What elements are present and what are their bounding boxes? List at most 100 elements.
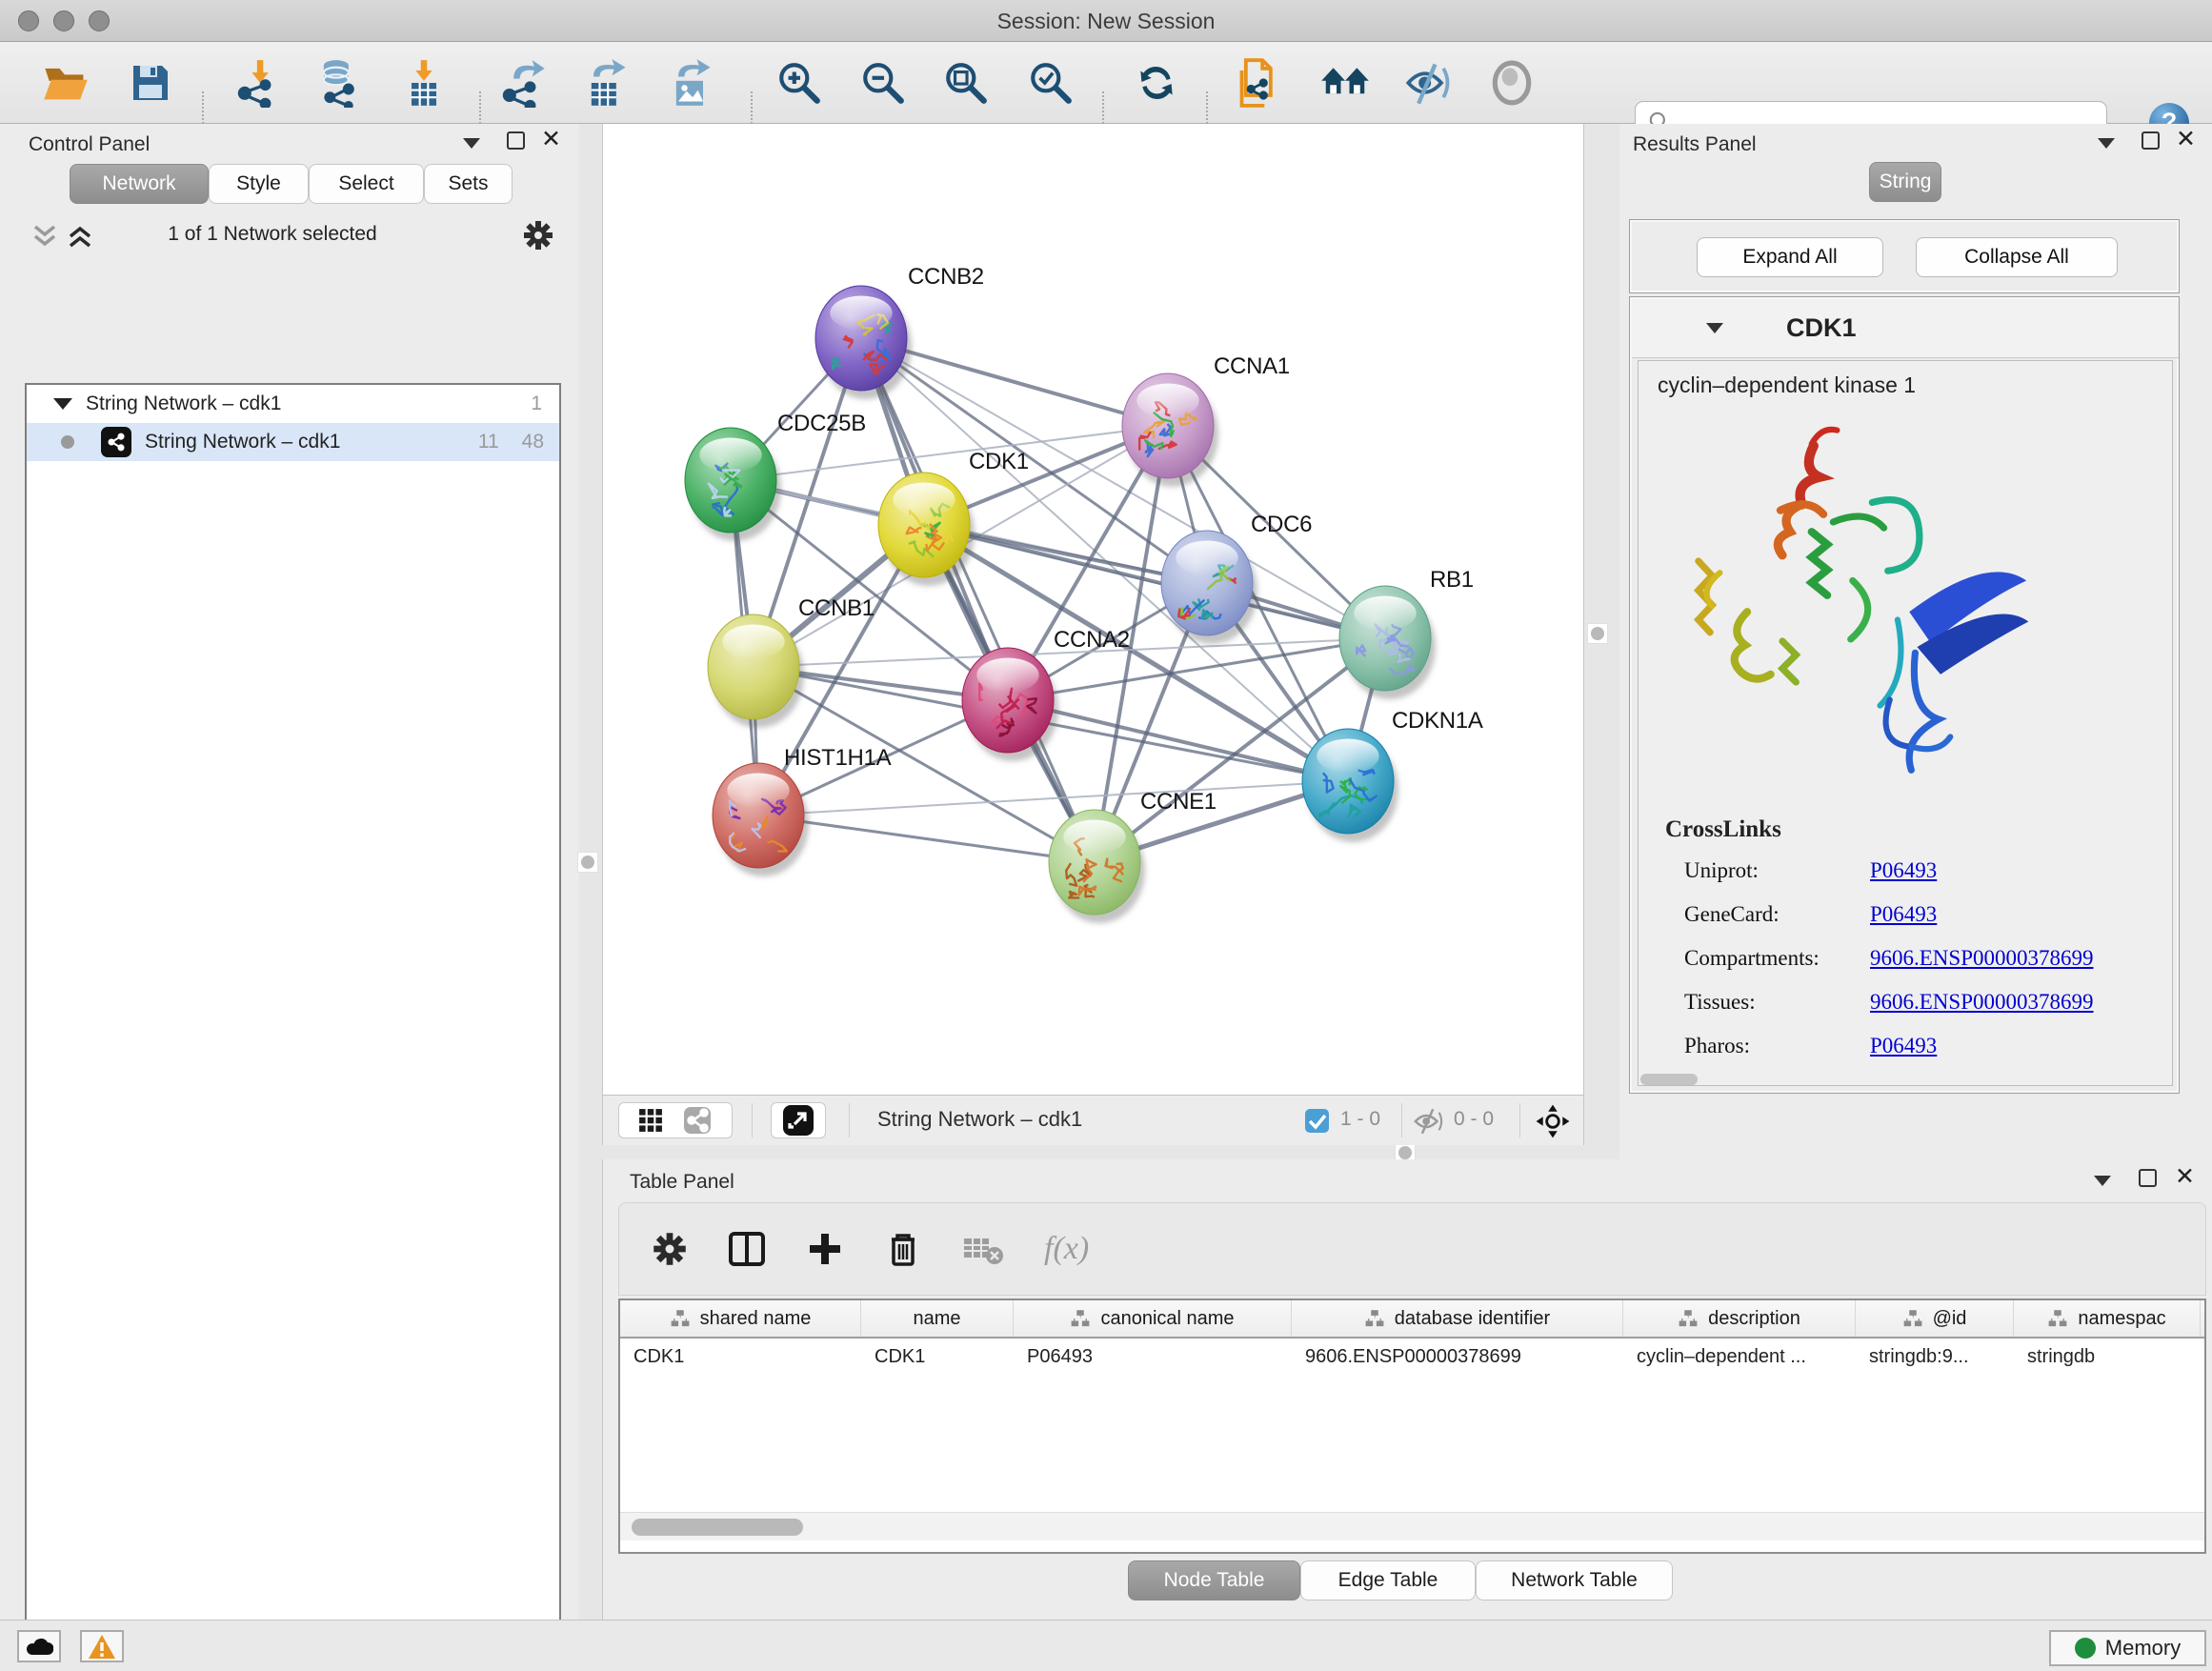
network-node[interactable]: CCNB2	[815, 264, 984, 399]
network-node[interactable]: CCNA1	[1122, 353, 1290, 487]
close-panel-icon[interactable]: ✕	[2175, 1167, 2195, 1186]
tab-string[interactable]: String	[1869, 162, 1941, 202]
column-header[interactable]: canonical name	[1014, 1300, 1292, 1337]
show-columns-icon[interactable]	[728, 1230, 766, 1268]
crosslink-value-link[interactable]: 9606.ENSP00000378699	[1870, 990, 2094, 1015]
tab-style[interactable]: Style	[209, 164, 309, 204]
warnings-button[interactable]	[80, 1630, 124, 1662]
eye-slash-icon	[1404, 58, 1454, 108]
column-header[interactable]: @id	[1856, 1300, 2014, 1337]
results-splitter-handle[interactable]	[1587, 623, 1608, 644]
tree-expander-icon[interactable]	[53, 398, 72, 410]
tab-node-table[interactable]: Node Table	[1128, 1560, 1300, 1601]
column-header[interactable]: namespac	[2014, 1300, 2201, 1337]
float-panel-icon[interactable]	[507, 131, 525, 150]
column-header[interactable]: shared name	[620, 1300, 861, 1337]
table-cell[interactable]: stringdb	[2014, 1339, 2201, 1375]
export-network-button[interactable]	[496, 55, 552, 111]
column-header[interactable]: name	[861, 1300, 1014, 1337]
show-panel-button[interactable]	[1484, 55, 1539, 111]
hscroll-thumb[interactable]	[632, 1519, 803, 1536]
column-header[interactable]: database identifier	[1292, 1300, 1623, 1337]
tab-select[interactable]: Select	[309, 164, 424, 204]
detach-view-box	[771, 1102, 826, 1138]
crosslink-value-link[interactable]: 9606.ENSP00000378699	[1870, 946, 2094, 971]
netbar-separator	[849, 1103, 850, 1137]
crosslink-row: Pharos:P06493	[1684, 1034, 2161, 1058]
collapse-panel-icon[interactable]	[2094, 1176, 2111, 1186]
network-row[interactable]: String Network – cdk1 11 48	[27, 423, 559, 461]
vertical-splitter-handle[interactable]	[577, 852, 598, 873]
memory-button[interactable]: Memory	[2049, 1630, 2206, 1666]
network-view-icon[interactable]	[682, 1105, 713, 1136]
crosslink-value-link[interactable]: P06493	[1870, 858, 1937, 883]
close-panel-icon[interactable]: ✕	[2176, 130, 2196, 149]
cloud-button[interactable]	[17, 1630, 61, 1662]
selected-checkbox-icon[interactable]	[1304, 1108, 1330, 1134]
add-column-icon[interactable]	[806, 1230, 844, 1268]
network-graph[interactable]: CCNB2CCNA1CDC25BCDK1CDC6RB1CCNB1CCNA2CDK…	[603, 124, 1585, 1095]
collapse-panel-icon[interactable]	[2098, 138, 2115, 149]
import-table-button[interactable]	[396, 55, 452, 111]
gene-header-row[interactable]: CDK1	[1632, 299, 2179, 358]
import-network-database-button[interactable]	[311, 55, 366, 111]
network-node[interactable]: CCNE1	[1049, 789, 1217, 923]
hide-panel-button[interactable]	[1401, 55, 1457, 111]
import-database-icon	[313, 58, 363, 108]
zoom-fit-button[interactable]	[938, 55, 994, 111]
zoom-out-button[interactable]	[855, 55, 911, 111]
open-session-button[interactable]	[38, 55, 93, 111]
table-hscrollbar[interactable]	[620, 1512, 2204, 1540]
node-label: CCNA1	[1214, 353, 1290, 379]
collapse-all-button[interactable]: Collapse All	[1916, 237, 2118, 277]
column-header[interactable]: description	[1623, 1300, 1856, 1337]
delete-table-icon	[962, 1233, 1004, 1265]
network-node[interactable]: HIST1H1A	[713, 745, 892, 876]
string-import-button[interactable]	[1233, 55, 1288, 111]
collapse-panel-icon[interactable]	[463, 138, 480, 149]
network-node[interactable]: CDC6	[1161, 512, 1312, 644]
expand-all-button[interactable]: Expand All	[1697, 237, 1883, 277]
zoom-selected-button[interactable]	[1023, 55, 1078, 111]
network-collection-row[interactable]: String Network – cdk1 1	[27, 385, 559, 423]
float-panel-icon[interactable]	[2142, 131, 2160, 150]
import-network-file-button[interactable]	[231, 55, 287, 111]
table-cell[interactable]: CDK1	[861, 1339, 1014, 1375]
delete-column-icon[interactable]	[884, 1230, 922, 1268]
table-cell[interactable]: cyclin–dependent ...	[1623, 1339, 1856, 1375]
network-edge[interactable]	[861, 338, 1095, 862]
home-button[interactable]	[1317, 55, 1373, 111]
table-gear-icon[interactable]	[652, 1231, 688, 1267]
tab-network-table[interactable]: Network Table	[1476, 1560, 1673, 1601]
close-panel-icon[interactable]: ✕	[541, 130, 561, 149]
detail-hscroll-thumb[interactable]	[1640, 1074, 1698, 1085]
save-session-button[interactable]	[123, 55, 178, 111]
export-image-button[interactable]	[663, 55, 718, 111]
gene-expander-icon[interactable]	[1706, 323, 1723, 333]
network-canvas[interactable]: CCNB2CCNA1CDC25BCDK1CDC6RB1CCNB1CCNA2CDK…	[602, 124, 1584, 1095]
zoom-in-button[interactable]	[772, 55, 827, 111]
table-cell[interactable]: stringdb:9...	[1856, 1339, 2014, 1375]
external-link-icon[interactable]	[782, 1104, 814, 1137]
tab-edge-table[interactable]: Edge Table	[1300, 1560, 1476, 1601]
crosslink-value-link[interactable]: P06493	[1870, 1034, 1937, 1058]
birds-eye-icon[interactable]	[1535, 1103, 1571, 1139]
node-label: CDK1	[969, 449, 1029, 474]
tab-sets[interactable]: Sets	[424, 164, 513, 204]
export-table-button[interactable]	[578, 55, 633, 111]
grid-view-icon[interactable]	[638, 1108, 663, 1133]
save-icon	[128, 60, 173, 106]
crosslink-value-link[interactable]: P06493	[1870, 902, 1937, 927]
float-panel-icon[interactable]	[2139, 1169, 2157, 1187]
apply-layout-button[interactable]	[1129, 55, 1184, 111]
gear-icon[interactable]	[522, 219, 554, 252]
network-node[interactable]: CDK1	[878, 449, 1029, 586]
table-cell[interactable]: P06493	[1014, 1339, 1292, 1375]
tab-network[interactable]: Network	[70, 164, 209, 204]
network-edge[interactable]	[924, 525, 1385, 638]
table-cell[interactable]: 9606.ENSP00000378699	[1292, 1339, 1623, 1375]
table-row[interactable]: CDK1CDK1P064939606.ENSP00000378699cyclin…	[620, 1339, 2204, 1375]
network-node[interactable]: RB1	[1339, 567, 1474, 699]
table-cell[interactable]: CDK1	[620, 1339, 861, 1375]
network-node[interactable]: CDKN1A	[1302, 708, 1483, 842]
